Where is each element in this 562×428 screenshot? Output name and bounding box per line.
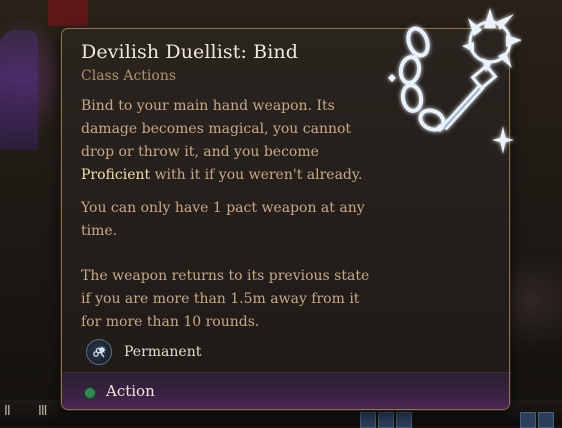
duration-row: Permanent (86, 339, 201, 365)
tooltip-category: Class Actions (81, 68, 177, 84)
hotbar-pause-icon[interactable]: II (4, 404, 11, 419)
description-text: Bind to your main hand weapon. Its damag… (81, 98, 352, 160)
action-resource-icon (84, 387, 96, 399)
tooltip-title: Devilish Duellist: Bind (81, 41, 298, 63)
tooltip-description: Bind to your main hand weapon. Its damag… (81, 95, 381, 334)
action-cost-label: Action (106, 382, 155, 400)
hotbar-slot-icon[interactable]: III (38, 404, 47, 419)
pact-weapon-icon (86, 339, 112, 365)
background-character (0, 30, 38, 150)
description-text: with it if you weren't already. (150, 167, 363, 183)
chained-mace-icon (388, 8, 522, 154)
duration-label: Permanent (124, 344, 202, 360)
action-cost-bar: Action (62, 372, 509, 409)
background-banner (48, 0, 88, 26)
description-paragraph: You can only have 1 pact weapon at any t… (81, 200, 365, 239)
description-paragraph: Bind to your main hand weapon. Its damag… (81, 95, 381, 187)
description-paragraph: The weapon returns to its previous state… (81, 268, 370, 330)
proficient-keyword[interactable]: Proficient (81, 167, 150, 183)
